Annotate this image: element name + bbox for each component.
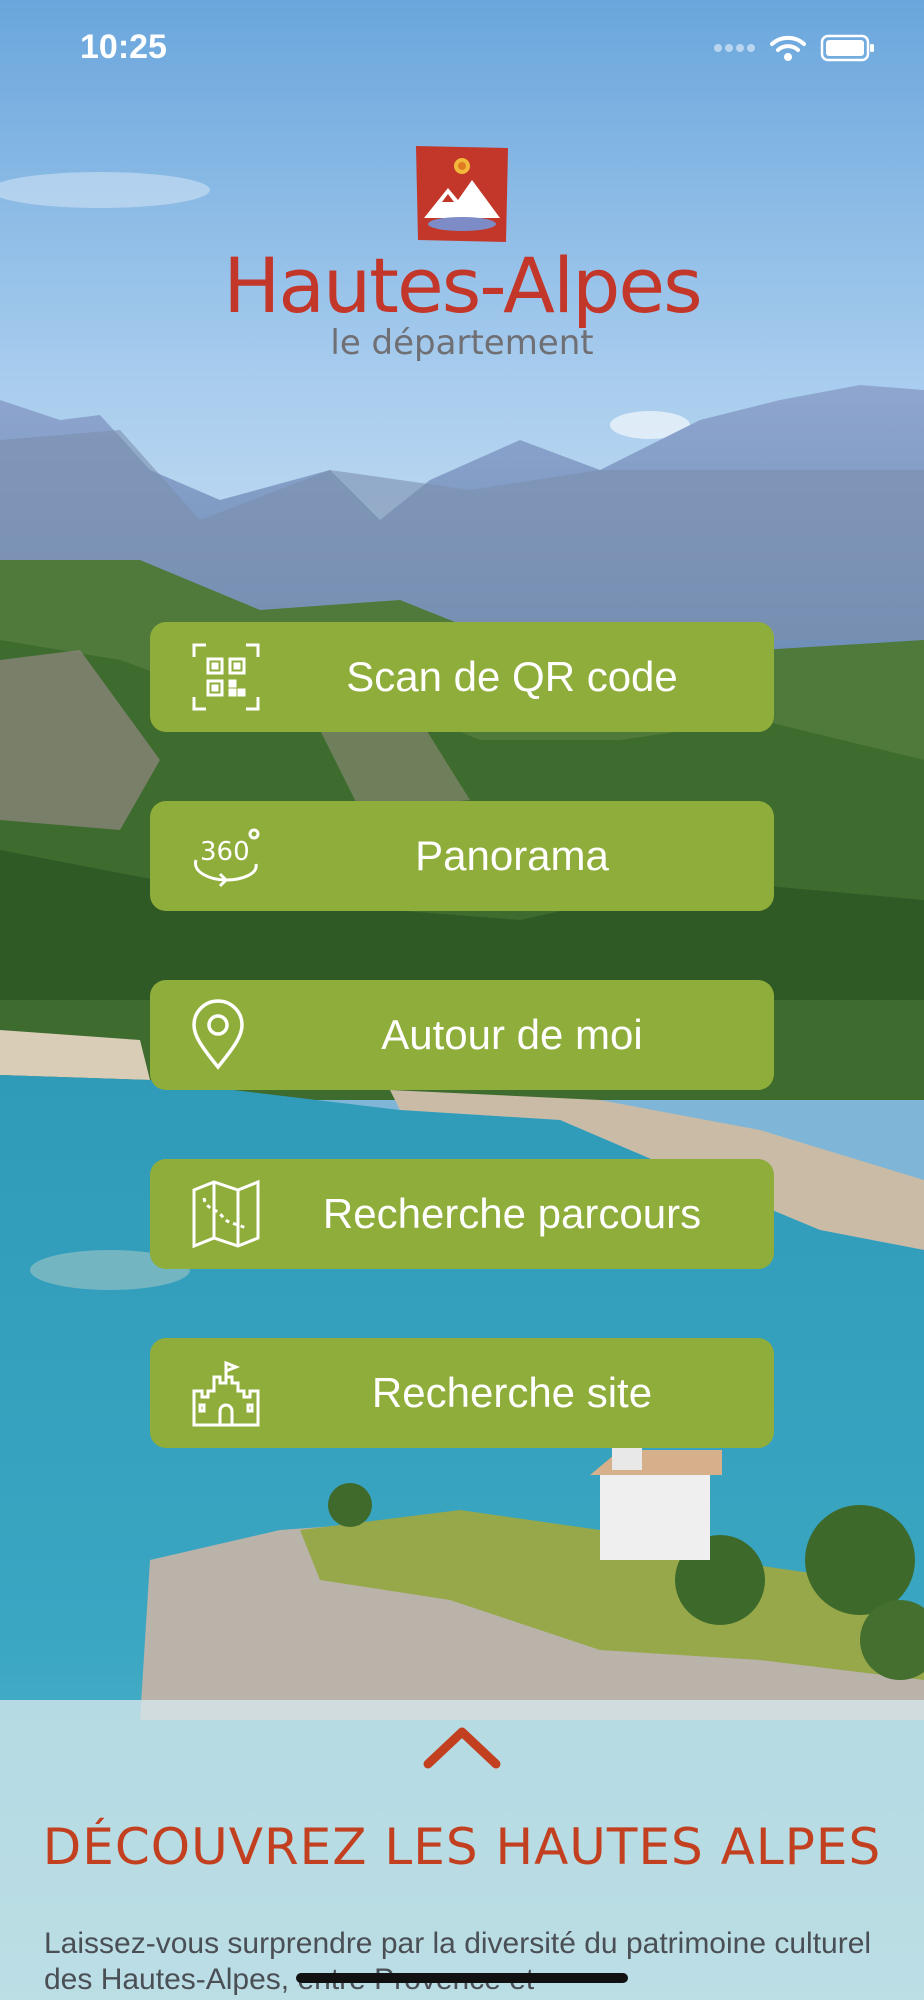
battery-icon <box>820 34 874 62</box>
recherche-parcours-button[interactable]: Recherche parcours <box>150 1159 774 1269</box>
brand-subtitle: le département <box>330 323 594 363</box>
recherche-site-button[interactable]: Recherche site <box>150 1338 774 1448</box>
panel-title: DÉCOUVREZ LES HAUTES ALPES <box>42 1818 882 1876</box>
panorama-button[interactable]: 360 Panorama <box>150 801 774 911</box>
qr-code-icon <box>192 643 260 711</box>
panorama-label: Panorama <box>415 832 609 879</box>
360-view-icon: 360 <box>193 828 260 888</box>
brand-logo: Hautes-Alpes le département <box>0 140 924 370</box>
cellular-signal-icon <box>714 44 755 52</box>
main-menu: Scan de QR code 360 Panorama Autour de m… <box>150 622 774 1517</box>
hautes-alpes-emblem-icon <box>416 146 508 242</box>
map-route-icon <box>192 1179 260 1249</box>
wifi-icon <box>770 35 806 61</box>
scan-qr-code-label: Scan de QR code <box>346 653 678 700</box>
location-pin-icon <box>192 999 244 1070</box>
status-bar: 10:25 <box>0 0 924 100</box>
autour-de-moi-label: Autour de moi <box>381 1011 643 1058</box>
panel-description: Laissez-vous surprendre par la diversité… <box>44 1927 872 1996</box>
brand-title: Hautes-Alpes <box>223 241 703 330</box>
status-time: 10:25 <box>80 28 167 66</box>
autour-de-moi-button[interactable]: Autour de moi <box>150 980 774 1090</box>
scan-qr-code-button[interactable]: Scan de QR code <box>150 622 774 732</box>
recherche-parcours-label: Recherche parcours <box>322 1190 702 1237</box>
chevron-up-icon[interactable] <box>422 1720 502 1770</box>
discover-panel: DÉCOUVREZ LES HAUTES ALPES Laissez-vous … <box>0 1700 924 2000</box>
home-indicator[interactable] <box>296 1973 628 1983</box>
castle-icon <box>192 1360 260 1427</box>
svg-text:360: 360 <box>200 837 250 867</box>
recherche-site-label: Recherche site <box>371 1369 653 1416</box>
status-icons <box>714 34 876 62</box>
